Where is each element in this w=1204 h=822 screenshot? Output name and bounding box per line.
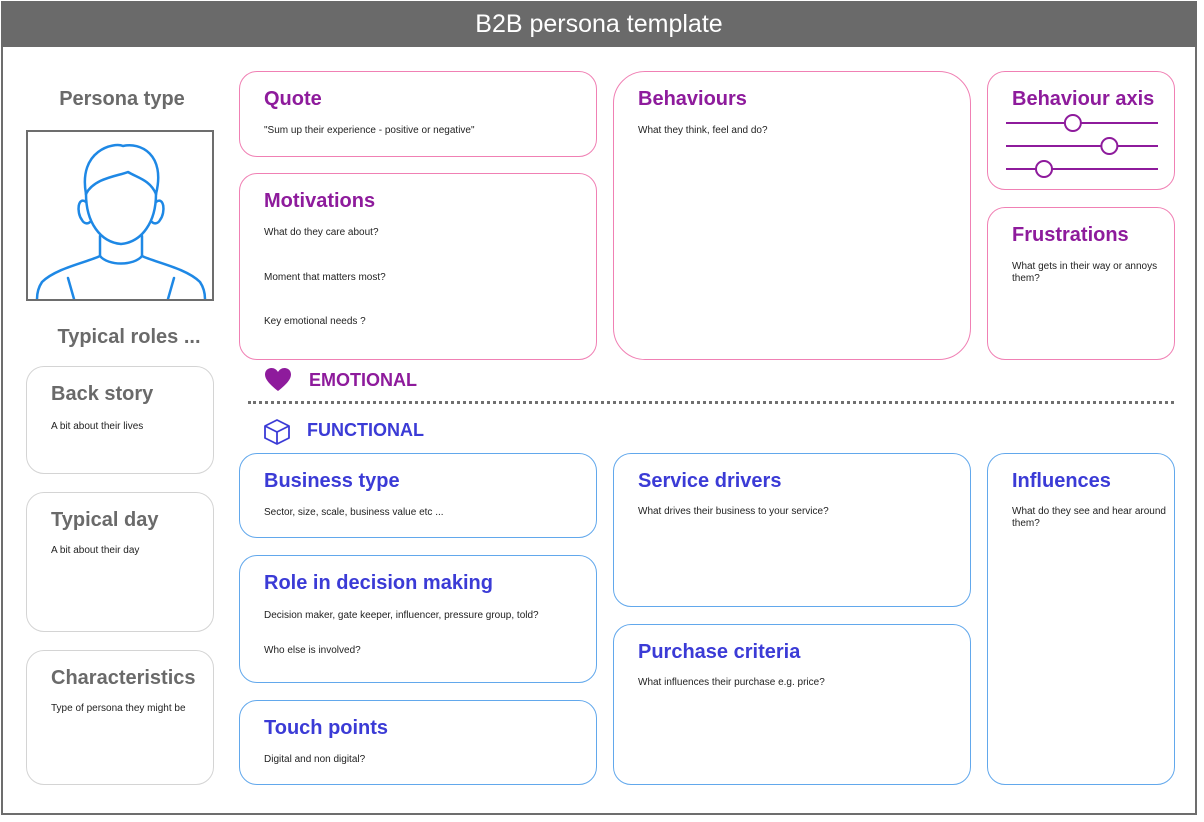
typical-day-title: Typical day bbox=[51, 509, 159, 531]
heart-icon bbox=[265, 368, 291, 391]
touch-points-card[interactable]: Touch points Digital and non digital? bbox=[239, 700, 597, 785]
role-decision-card[interactable]: Role in decision making Decision maker, … bbox=[239, 555, 597, 683]
influences-title: Influences bbox=[1012, 470, 1111, 492]
characteristics-title: Characteristics bbox=[51, 667, 196, 689]
role-decision-question-role: Decision maker, gate keeper, influencer,… bbox=[264, 610, 539, 621]
purchase-criteria-text: What influences their purchase e.g. pric… bbox=[638, 677, 825, 688]
characteristics-text: Type of persona they might be bbox=[51, 703, 186, 714]
quote-text: "Sum up their experience - positive or n… bbox=[264, 125, 475, 136]
purchase-criteria-card[interactable]: Purchase criteria What influences their … bbox=[613, 624, 971, 785]
slider-handle[interactable] bbox=[1035, 160, 1053, 178]
back-story-text: A bit about their lives bbox=[51, 421, 144, 432]
touch-points-text: Digital and non digital? bbox=[264, 754, 366, 765]
purchase-criteria-title: Purchase criteria bbox=[638, 641, 801, 663]
motivations-title: Motivations bbox=[264, 190, 376, 212]
behaviour-axis-title: Behaviour axis bbox=[1012, 88, 1155, 110]
influences-card[interactable]: Influences What do they see and hear aro… bbox=[987, 453, 1175, 785]
cube-icon bbox=[264, 419, 290, 445]
influences-text: What do they see and hear around them? bbox=[1012, 506, 1166, 529]
page-title: B2B persona template bbox=[1, 1, 1197, 47]
typical-roles-label: Typical roles ... bbox=[57, 326, 201, 348]
behaviours-title: Behaviours bbox=[638, 88, 747, 110]
behaviours-card[interactable]: Behaviours What they think, feel and do? bbox=[613, 71, 971, 360]
functional-section-label: FUNCTIONAL bbox=[307, 420, 424, 440]
behaviour-axis-card[interactable]: Behaviour axis bbox=[987, 71, 1175, 190]
typical-day-card[interactable]: Typical day A bit about their day bbox=[26, 492, 214, 632]
service-drivers-title: Service drivers bbox=[638, 470, 782, 492]
person-icon bbox=[35, 143, 207, 301]
service-drivers-card[interactable]: Service drivers What drives their busine… bbox=[613, 453, 971, 607]
slider-handle[interactable] bbox=[1063, 114, 1082, 132]
emotional-section-label: EMOTIONAL bbox=[309, 370, 417, 390]
motivations-card[interactable]: Motivations What do they care about? Mom… bbox=[239, 173, 597, 360]
business-type-card[interactable]: Business type Sector, size, scale, busin… bbox=[239, 453, 597, 538]
behaviours-text: What they think, feel and do? bbox=[638, 125, 768, 136]
service-drivers-text: What drives their business to your servi… bbox=[638, 506, 829, 517]
characteristics-card[interactable]: Characteristics Type of persona they mig… bbox=[26, 650, 214, 785]
quote-card[interactable]: Quote "Sum up their experience - positiv… bbox=[239, 71, 597, 157]
persona-type-label: Persona type bbox=[59, 88, 185, 110]
role-decision-question-involved: Who else is involved? bbox=[264, 645, 361, 656]
role-decision-title: Role in decision making bbox=[264, 572, 493, 594]
motivations-question-care: What do they care about? bbox=[264, 227, 379, 238]
typical-day-text: A bit about their day bbox=[51, 545, 140, 556]
back-story-card[interactable]: Back story A bit about their lives bbox=[26, 366, 214, 474]
motivations-question-moment: Moment that matters most? bbox=[264, 272, 386, 283]
business-type-text: Sector, size, scale, business value etc … bbox=[264, 507, 444, 518]
persona-photo-placeholder[interactable] bbox=[26, 130, 214, 301]
touch-points-title: Touch points bbox=[264, 717, 389, 739]
section-divider bbox=[248, 401, 1174, 404]
slider-handle[interactable] bbox=[1100, 137, 1119, 155]
frustrations-text: What gets in their way or annoys them? bbox=[1012, 261, 1158, 284]
frustrations-title: Frustrations bbox=[1012, 224, 1129, 246]
motivations-question-needs: Key emotional needs ? bbox=[264, 316, 366, 327]
back-story-title: Back story bbox=[51, 383, 154, 405]
frustrations-card[interactable]: Frustrations What gets in their way or a… bbox=[987, 207, 1175, 360]
business-type-title: Business type bbox=[264, 470, 400, 492]
quote-title: Quote bbox=[264, 88, 322, 110]
behaviour-sliders bbox=[1006, 114, 1158, 178]
